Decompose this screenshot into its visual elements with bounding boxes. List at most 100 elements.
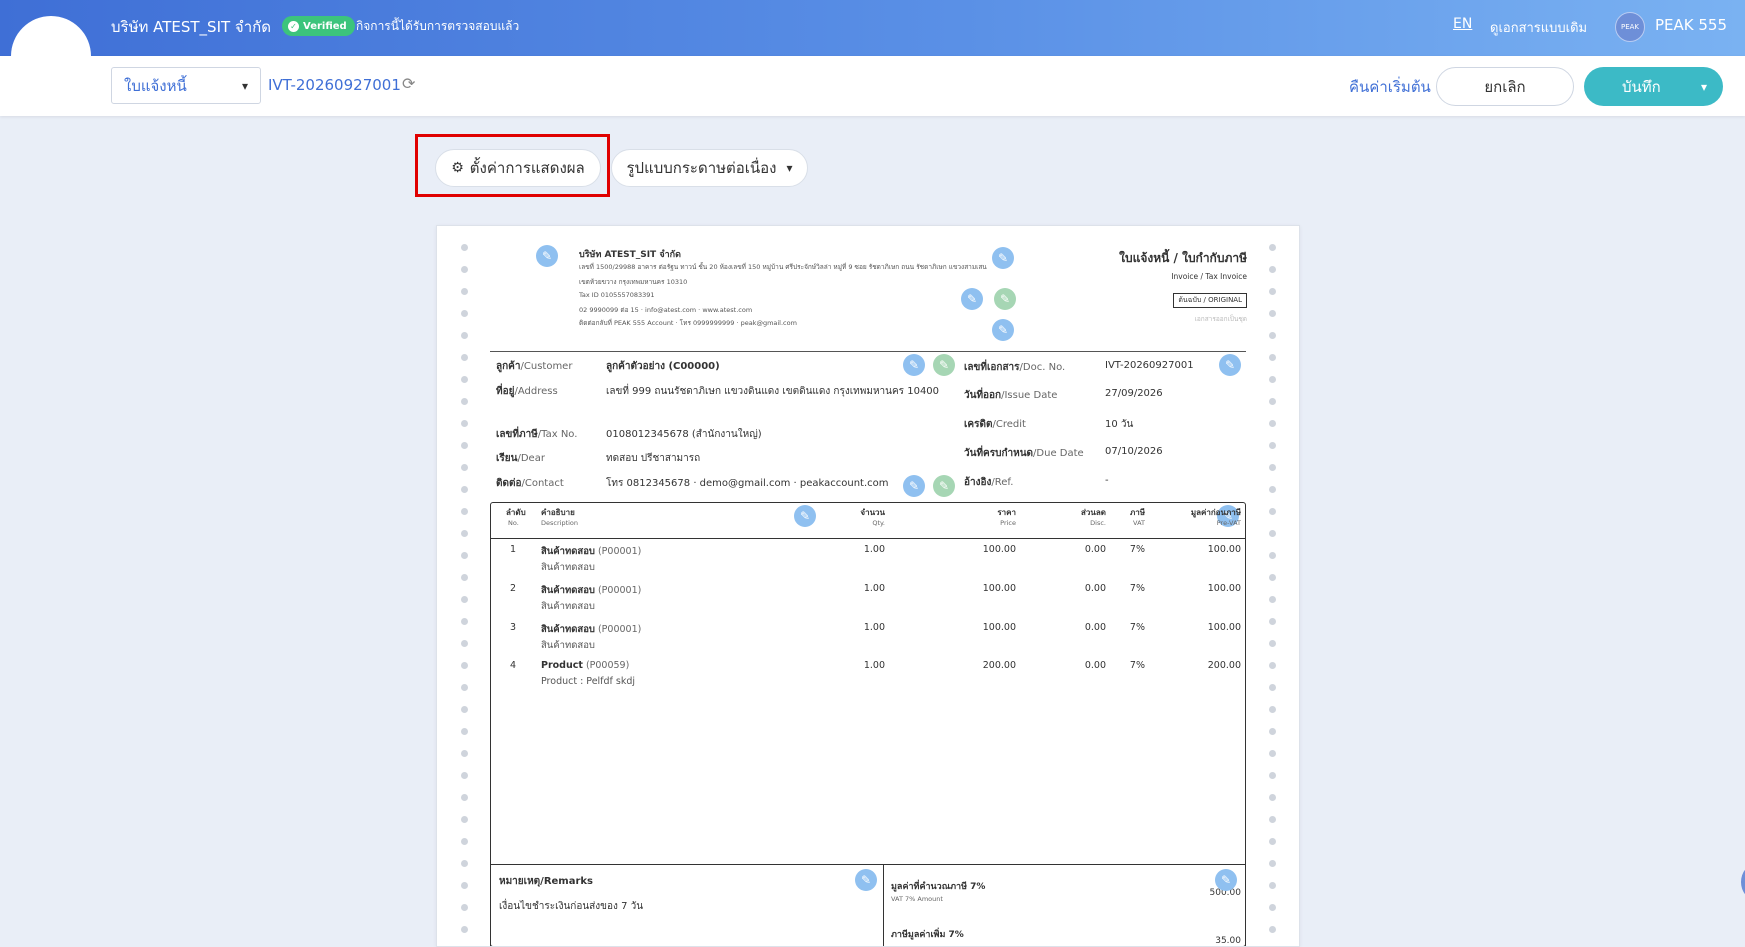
col-amount-en: Pre-VAT <box>1216 519 1241 527</box>
document-type-value: ใบแจ้งหนี้ <box>124 76 187 95</box>
col-disc-th: ส่วนลด <box>1081 508 1106 517</box>
perforation-hole <box>1269 926 1276 933</box>
original-badge: ต้นฉบับ / ORIGINAL <box>1173 293 1247 308</box>
perforation-hole <box>461 772 468 779</box>
chat-widget[interactable] <box>1741 864 1745 900</box>
company-name: บริษัท ATEST_SIT จำกัด <box>111 18 271 36</box>
customer-label: ลูกค้า/Customer <box>496 361 573 372</box>
item-price: 100.00 <box>982 544 1016 555</box>
toggle-customer-icon[interactable]: ✎ <box>933 354 955 376</box>
col-price-th: ราคา <box>997 508 1016 517</box>
item-vat: 7% <box>1129 622 1145 633</box>
item-price: 100.00 <box>982 622 1016 633</box>
issue-date-value: 27/09/2026 <box>1105 388 1163 399</box>
item-amount: 100.00 <box>1207 583 1241 594</box>
perforation-hole <box>1269 442 1276 449</box>
item-code: (P00001) <box>594 546 642 557</box>
edit-customer-icon[interactable]: ✎ <box>903 354 925 376</box>
toggle-contact-icon[interactable]: ✎ <box>994 288 1016 310</box>
perforation-hole <box>1269 398 1276 405</box>
perforation-hole <box>461 816 468 823</box>
perforation-hole <box>461 354 468 361</box>
item-no: 1 <box>510 544 517 555</box>
perforation-hole <box>1269 772 1276 779</box>
col-amount-th: มูลค่าก่อนภาษี <box>1190 508 1241 517</box>
perforation-hole <box>461 244 468 251</box>
right-perforation <box>1269 244 1277 946</box>
perforation-hole <box>1269 816 1276 823</box>
paper-format-dropdown[interactable]: รูปแบบกระดาษต่อเนื่อง ▾ <box>611 149 808 187</box>
perforation-hole <box>1269 508 1276 515</box>
perforation-hole <box>461 750 468 757</box>
item-qty: 1.00 <box>863 583 885 594</box>
perforation-hole <box>461 420 468 427</box>
document-number: IVT-20260927001 <box>268 76 401 94</box>
item-price: 100.00 <box>982 583 1016 594</box>
edit-remarks-icon[interactable]: ✎ <box>855 869 877 891</box>
item-no: 2 <box>510 583 517 594</box>
perforation-hole <box>1269 684 1276 691</box>
perforation-hole <box>461 508 468 515</box>
perforation-hole <box>461 376 468 383</box>
user-name[interactable]: PEAK 555 <box>1655 16 1727 34</box>
toggle-customer-contact-icon[interactable]: ✎ <box>933 475 955 497</box>
chevron-down-icon[interactable]: ▾ <box>1701 80 1707 94</box>
item-amount: 200.00 <box>1207 660 1241 671</box>
edit-contact-icon[interactable]: ✎ <box>961 288 983 310</box>
perforation-hole <box>461 706 468 713</box>
col-no-th: ลำดับ <box>506 508 526 517</box>
item-name: สินค้าทดสอบ (P00001) <box>541 544 641 559</box>
item-discount: 0.00 <box>1084 622 1106 633</box>
item-amount: 100.00 <box>1207 622 1241 633</box>
company-logo <box>11 16 91 96</box>
perforation-hole <box>461 618 468 625</box>
user-avatar[interactable]: PEAK <box>1615 12 1645 42</box>
doc-company-phone: 02 9990099 ต่อ 15 · info@atest.com · www… <box>579 306 753 314</box>
edit-summary-icon[interactable]: ✎ <box>1215 869 1237 891</box>
item-name: สินค้าทดสอบ (P00001) <box>541 622 641 637</box>
perforation-hole <box>1269 618 1276 625</box>
cancel-button[interactable]: ยกเลิก <box>1436 67 1574 106</box>
perforation-hole <box>461 266 468 273</box>
edit-contact-2-icon[interactable]: ✎ <box>992 319 1014 341</box>
language-link[interactable]: EN <box>1453 16 1472 32</box>
contact-value: โทร 0812345678 · demo@gmail.com · peakac… <box>606 478 889 489</box>
item-qty: 1.00 <box>863 622 885 633</box>
item-title: สินค้าทดสอบ <box>541 585 595 596</box>
item-discount: 0.00 <box>1084 660 1106 671</box>
edit-logo-icon[interactable]: ✎ <box>536 245 558 267</box>
docno-label: เลขที่เอกสาร/Doc. No. <box>964 362 1066 373</box>
paper-format-label: รูปแบบกระดาษต่อเนื่อง <box>626 159 777 177</box>
perforation-hole <box>1269 420 1276 427</box>
edit-company-icon[interactable]: ✎ <box>992 247 1014 269</box>
dear-label: เรียน/Dear <box>496 453 545 464</box>
perforation-hole <box>1269 244 1276 251</box>
perforation-hole <box>1269 288 1276 295</box>
reset-defaults-link[interactable]: คืนค่าเริ่มต้น <box>1349 75 1431 99</box>
item-qty: 1.00 <box>863 660 885 671</box>
perforation-hole <box>461 662 468 669</box>
perforation-hole <box>461 332 468 339</box>
perforation-hole <box>1269 904 1276 911</box>
perforation-hole <box>1269 464 1276 471</box>
perforation-hole <box>1269 332 1276 339</box>
perforation-hole <box>1269 728 1276 735</box>
dear-value: ทดสอบ ปรีชาสามารถ <box>606 453 701 464</box>
edit-items-icon[interactable]: ✎ <box>794 505 816 527</box>
perforation-hole <box>461 596 468 603</box>
old-document-view-link[interactable]: ดูเอกสารแบบเดิม <box>1490 17 1587 38</box>
refresh-icon[interactable]: ⟳ <box>402 74 415 93</box>
issue-date-label: วันที่ออก/Issue Date <box>964 390 1058 401</box>
document-subtitle: Invoice / Tax Invoice <box>1171 272 1247 281</box>
item-no: 4 <box>510 660 517 671</box>
doc-company-name: บริษัท ATEST_SIT จำกัด <box>579 250 681 260</box>
perforation-hole <box>1269 750 1276 757</box>
edit-customer-contact-icon[interactable]: ✎ <box>903 475 925 497</box>
customer-value: ลูกค้าตัวอย่าง (C00000) <box>606 361 720 372</box>
item-vat: 7% <box>1129 544 1145 555</box>
perforation-hole <box>461 794 468 801</box>
edit-docinfo-icon[interactable]: ✎ <box>1219 354 1241 376</box>
document-type-select[interactable]: ใบแจ้งหนี้ ▾ <box>111 67 261 104</box>
save-button[interactable]: บันทึก ▾ <box>1584 67 1723 106</box>
col-vat-en: VAT <box>1133 519 1145 527</box>
